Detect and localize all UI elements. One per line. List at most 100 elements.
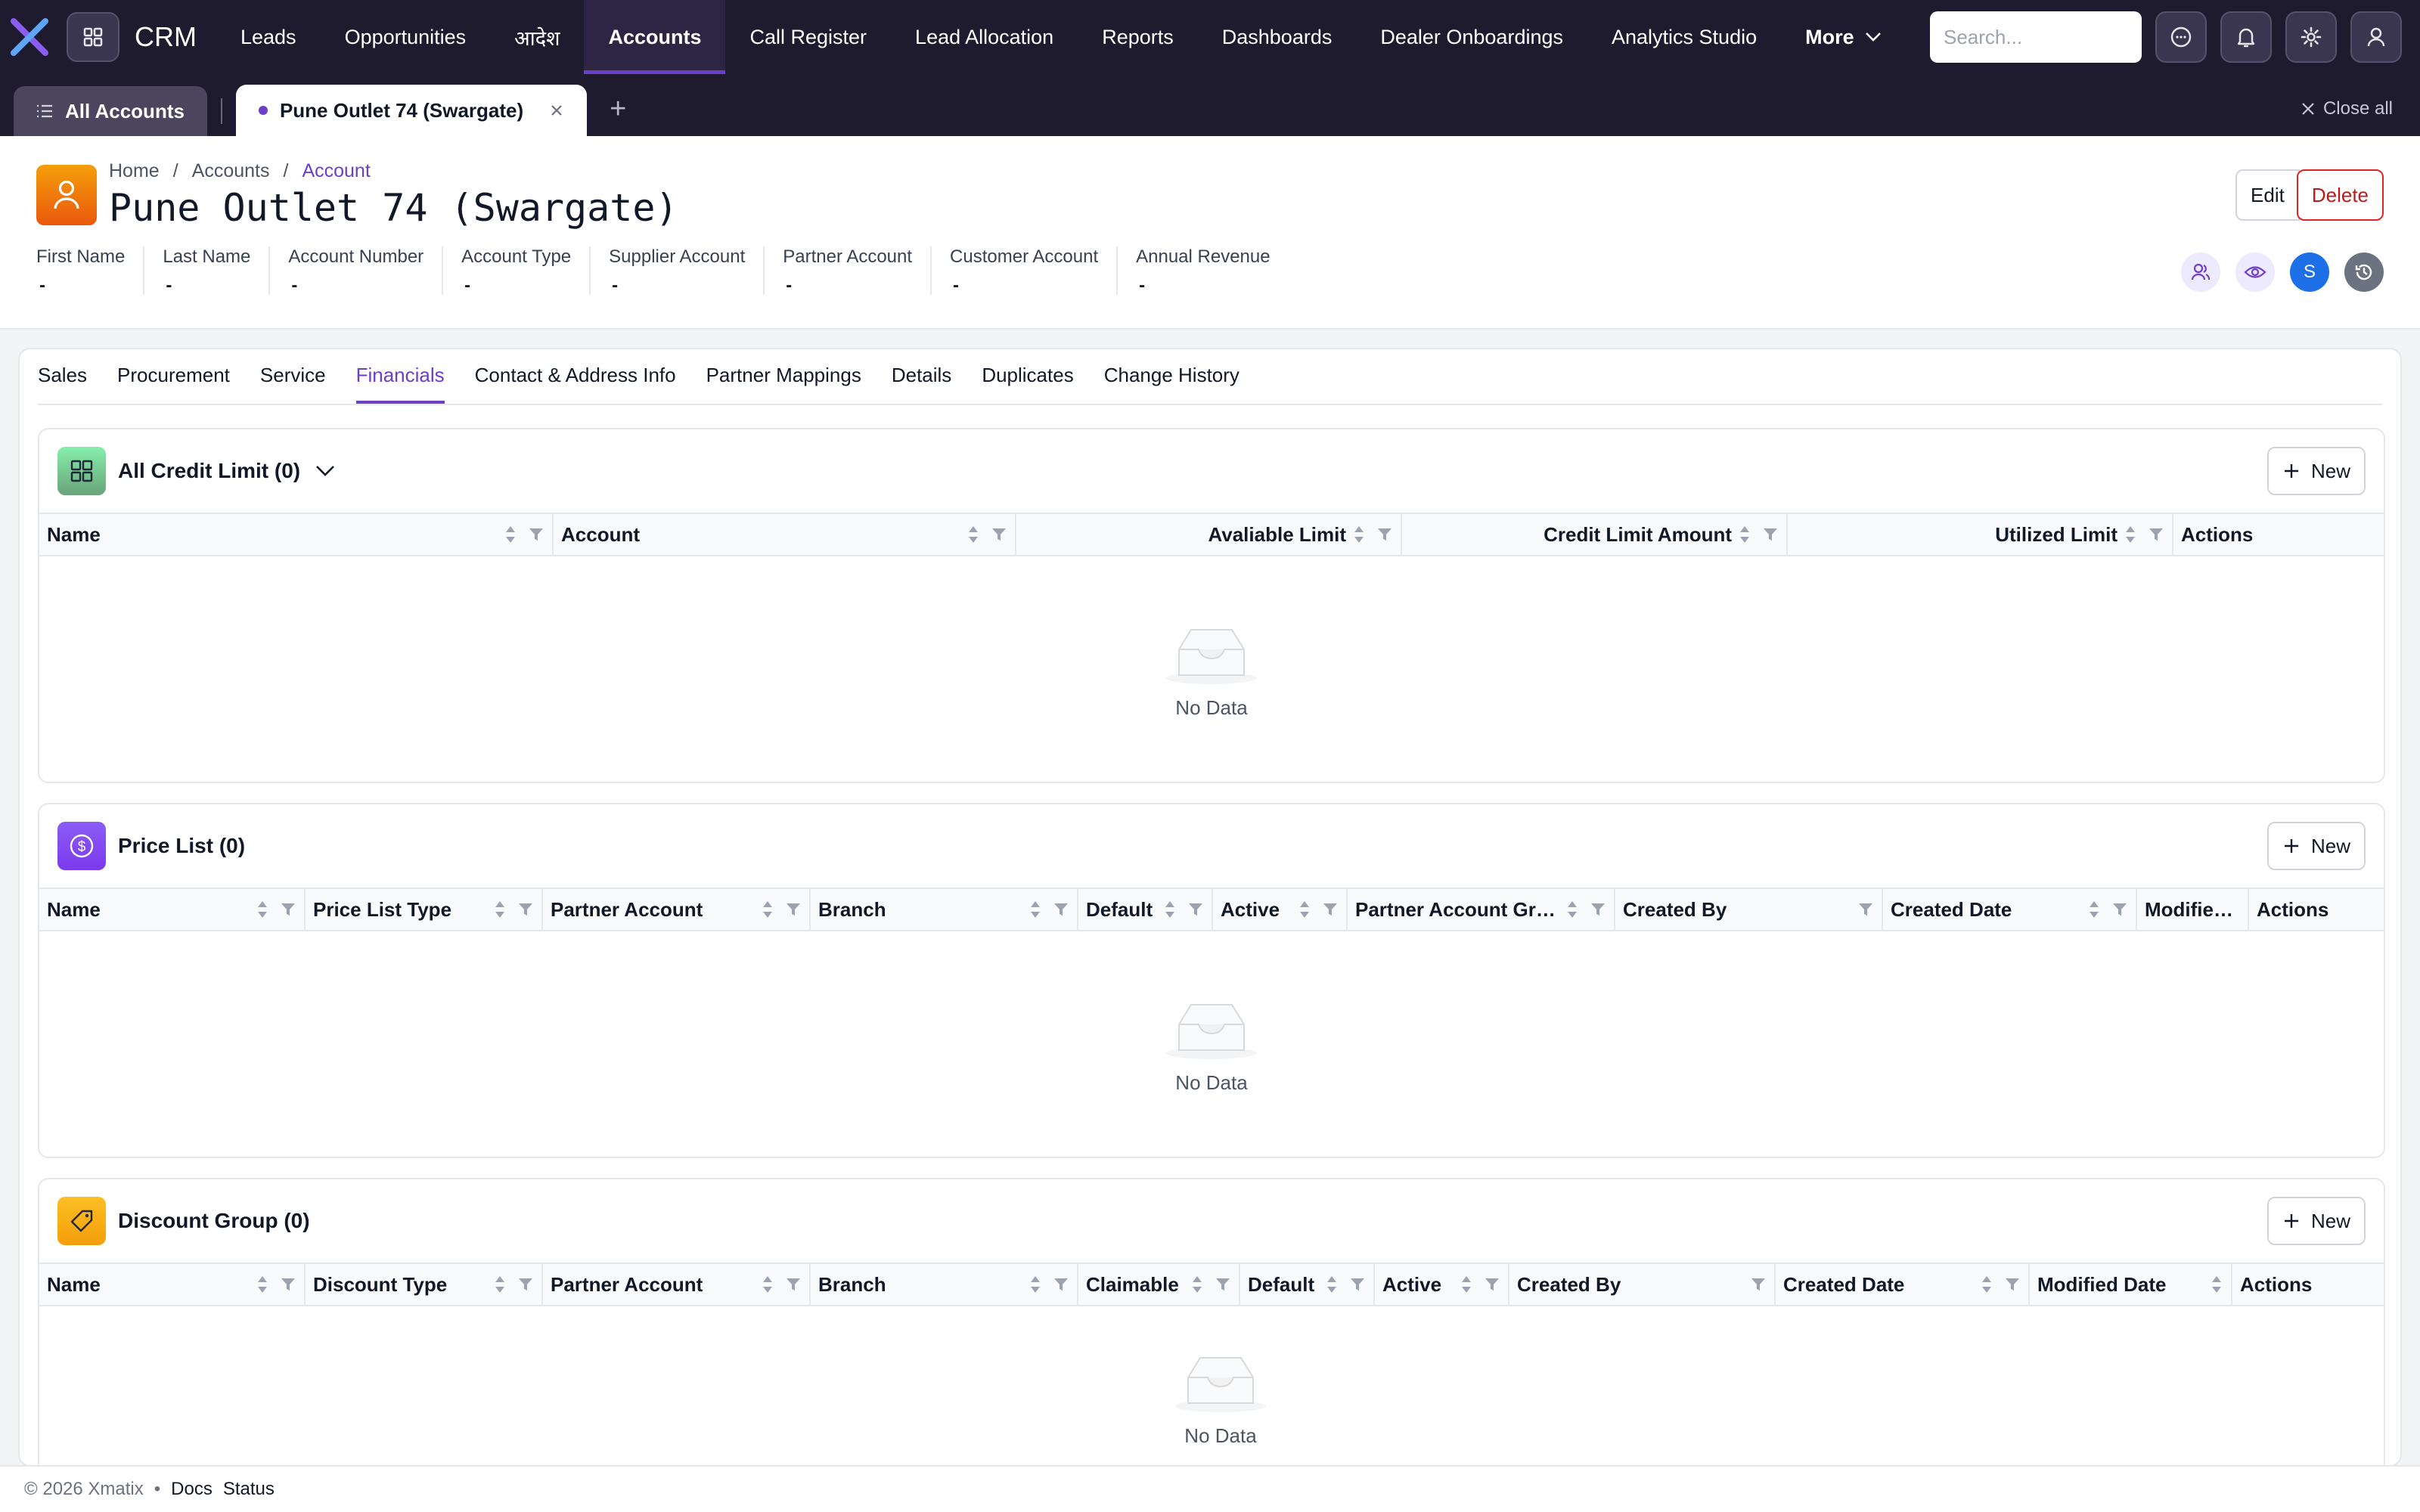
tab-contact-address-info[interactable]: Contact & Address Info [475,364,676,404]
sort-control[interactable] [256,1274,269,1295]
filter-icon[interactable] [1590,901,1606,918]
tab-procurement[interactable]: Procurement [117,364,230,404]
column-header-created-date[interactable]: Created Date [1776,1264,2030,1305]
sort-control[interactable] [2087,899,2101,920]
sort-icon[interactable] [1163,899,1177,920]
filter-control[interactable] [2148,526,2164,543]
notifications-button[interactable] [2220,11,2272,63]
sort-control[interactable] [504,524,517,545]
status-link[interactable]: Status [223,1479,275,1500]
filter-icon[interactable] [2148,526,2164,543]
filter-icon[interactable] [1762,526,1779,543]
tab-service[interactable]: Service [260,364,326,404]
filter-icon[interactable] [280,901,296,918]
sort-control[interactable] [1028,1274,1042,1295]
column-header-price-list-type[interactable]: Price List Type [306,889,543,930]
sort-icon[interactable] [1190,1274,1204,1295]
column-header-name[interactable]: Name [39,1264,306,1305]
sort-icon[interactable] [256,1274,269,1295]
new-discount-group-button[interactable]: New [2266,1197,2366,1245]
filter-icon[interactable] [517,901,534,918]
breadcrumb-home[interactable]: Home [109,160,160,182]
sort-control[interactable] [1325,1274,1339,1295]
filter-icon[interactable] [2004,1276,2021,1293]
filter-icon[interactable] [1053,1276,1069,1293]
sort-icon[interactable] [493,899,507,920]
sort-icon[interactable] [1028,899,1042,920]
chevron-down-icon[interactable] [315,465,335,477]
filter-icon[interactable] [1349,1276,1366,1293]
sort-control[interactable] [493,899,507,920]
close-all-tabs-button[interactable]: Close all [2301,98,2393,119]
sort-control[interactable] [1565,899,1579,920]
column-header-active[interactable]: Active [1375,1264,1509,1305]
sort-control[interactable] [1190,1274,1204,1295]
nav-item-dashboards[interactable]: Dashboards [1198,0,1357,74]
sort-icon[interactable] [1460,1274,1473,1295]
sort-icon[interactable] [1565,899,1579,920]
filter-control[interactable] [517,901,534,918]
column-header-modified-date[interactable]: Modified Date [2030,1264,2232,1305]
filter-icon[interactable] [1750,1276,1767,1293]
column-header-actions[interactable]: Actions [2173,514,2340,555]
filter-control[interactable] [1484,1276,1500,1293]
sort-icon[interactable] [1738,524,1751,545]
column-header-created-by[interactable]: Created By [1509,1264,1776,1305]
tab-details[interactable]: Details [892,364,951,404]
sort-icon[interactable] [256,899,269,920]
column-header-avaliable-limit[interactable]: Avaliable Limit [1016,514,1402,555]
sort-control[interactable] [1352,524,1366,545]
add-tab-button[interactable]: + [610,93,626,125]
filter-icon[interactable] [1484,1276,1500,1293]
tab-partner-mappings[interactable]: Partner Mappings [706,364,861,404]
sort-control[interactable] [1298,899,1311,920]
column-header-actions[interactable]: Actions [2249,889,2340,930]
filter-control[interactable] [517,1276,534,1293]
sort-control[interactable] [1028,899,1042,920]
column-header-created-by[interactable]: Created By [1615,889,1883,930]
new-price-list-button[interactable]: New [2266,822,2366,870]
column-header-default[interactable]: Default [1240,1264,1375,1305]
filter-control[interactable] [1322,901,1339,918]
filter-control[interactable] [1187,901,1204,918]
column-header-created-date[interactable]: Created Date [1883,889,2137,930]
nav-item-analytics-studio[interactable]: Analytics Studio [1587,0,1781,74]
sort-control[interactable] [761,899,774,920]
filter-icon[interactable] [1053,901,1069,918]
filter-control[interactable] [1053,901,1069,918]
new-credit-limit-button[interactable]: New [2266,447,2366,495]
sort-icon[interactable] [1325,1274,1339,1295]
filter-icon[interactable] [1857,901,1874,918]
column-header-branch[interactable]: Branch [811,1264,1078,1305]
filter-icon[interactable] [785,901,802,918]
nav-item-orders[interactable]: आदेश [490,0,584,74]
filter-icon[interactable] [2111,901,2128,918]
filter-icon[interactable] [528,526,544,543]
nav-more-menu[interactable]: More [1781,0,1906,74]
filter-control[interactable] [1590,901,1606,918]
filter-control[interactable] [2004,1276,2021,1293]
sort-icon[interactable] [761,1274,774,1295]
tab-sales[interactable]: Sales [38,364,87,404]
apps-grid-button[interactable] [67,12,119,62]
docs-link[interactable]: Docs [171,1479,213,1500]
sort-control[interactable] [1460,1274,1473,1295]
filter-icon[interactable] [1187,901,1204,918]
column-header-partner-account[interactable]: Partner Account [543,889,811,930]
sort-icon[interactable] [504,524,517,545]
nav-item-call-register[interactable]: Call Register [725,0,891,74]
filter-control[interactable] [1857,901,1874,918]
sort-control[interactable] [761,1274,774,1295]
sort-icon[interactable] [1352,524,1366,545]
sort-icon[interactable] [761,899,774,920]
filter-control[interactable] [1750,1276,1767,1293]
tab-change-history[interactable]: Change History [1104,364,1239,404]
sort-icon[interactable] [2124,524,2137,545]
history-button[interactable] [2344,253,2384,292]
column-header-name[interactable]: Name [39,889,306,930]
filter-icon[interactable] [785,1276,802,1293]
column-header-actions[interactable]: Actions [2232,1264,2340,1305]
nav-item-leads[interactable]: Leads [216,0,321,74]
filter-icon[interactable] [280,1276,296,1293]
column-header-active[interactable]: Active [1213,889,1348,930]
